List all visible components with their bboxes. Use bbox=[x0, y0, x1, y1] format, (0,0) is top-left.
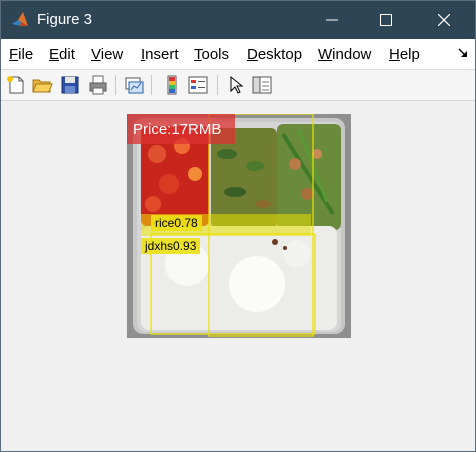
price-label-box: Price:17RMB bbox=[127, 114, 235, 144]
price-label: Price:17RMB bbox=[133, 121, 222, 138]
minimize-icon bbox=[326, 19, 338, 21]
legend-icon[interactable] bbox=[187, 74, 209, 96]
print-icon[interactable] bbox=[87, 74, 109, 96]
matlab-icon bbox=[12, 12, 28, 26]
maximize-icon bbox=[380, 14, 392, 26]
detection-label-jdxhs: jdxhs0.93 bbox=[141, 238, 201, 254]
close-icon bbox=[438, 14, 450, 26]
maximize-button[interactable] bbox=[359, 1, 413, 39]
open-file-icon[interactable] bbox=[31, 74, 53, 96]
figure-window: Figure 3 File Edit View Insert Tools Des… bbox=[0, 0, 476, 452]
detection-label-rice: rice0.78 bbox=[151, 215, 202, 231]
menu-edit[interactable]: Edit bbox=[49, 46, 75, 63]
menu-desktop[interactable]: Desktop bbox=[247, 46, 302, 63]
menu-bar: File Edit View Insert Tools Desktop Wind… bbox=[1, 39, 475, 70]
window-title: Figure 3 bbox=[37, 11, 93, 28]
figure-canvas: Price:17RMB rice0.78 jdxhs0.93 bbox=[1, 101, 475, 451]
title-bar[interactable]: Figure 3 bbox=[1, 1, 475, 39]
minimize-button[interactable] bbox=[305, 1, 359, 39]
new-figure-icon[interactable] bbox=[5, 74, 27, 96]
menu-view[interactable]: View bbox=[91, 46, 123, 63]
save-icon[interactable] bbox=[59, 74, 81, 96]
food-tray-image[interactable]: Price:17RMB rice0.78 jdxhs0.93 bbox=[127, 114, 351, 338]
colorbar-icon[interactable] bbox=[161, 74, 183, 96]
close-button[interactable] bbox=[417, 1, 471, 39]
menu-file[interactable]: File bbox=[9, 46, 33, 63]
link-plot-icon[interactable] bbox=[123, 74, 145, 96]
menu-insert[interactable]: Insert bbox=[141, 46, 179, 63]
menu-tools[interactable]: Tools bbox=[194, 46, 229, 63]
pointer-icon[interactable] bbox=[225, 74, 247, 96]
menu-window[interactable]: Window bbox=[318, 46, 371, 63]
toolbar-separator bbox=[115, 75, 116, 95]
toolbar-separator bbox=[151, 75, 152, 95]
property-inspector-icon[interactable] bbox=[251, 74, 273, 96]
dock-figure-icon[interactable] bbox=[457, 47, 469, 59]
menu-help[interactable]: Help bbox=[389, 46, 420, 63]
toolbar-separator bbox=[217, 75, 218, 95]
figure-toolbar bbox=[1, 70, 475, 101]
